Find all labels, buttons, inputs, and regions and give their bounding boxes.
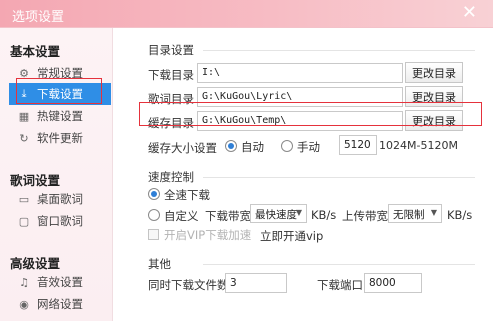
sidebar-item-update[interactable]: ↻ 软件更新 — [9, 127, 111, 149]
speed-section-title: 速度控制 — [148, 170, 194, 184]
custom-speed-radio[interactable] — [148, 209, 160, 221]
download-dir-label: 下载目录 — [148, 68, 194, 82]
concurrent-downloads-label: 同时下载文件数: — [148, 278, 233, 292]
upload-bandwidth-label: 上传带宽 — [342, 209, 388, 223]
divider — [203, 264, 475, 265]
chevron-down-icon: ▼ — [295, 208, 302, 217]
cache-size-range: 1024M-5120M — [379, 139, 458, 152]
full-speed-radio[interactable] — [148, 188, 160, 200]
sidebar-item-network[interactable]: ◉ 网络设置 — [9, 293, 111, 315]
gear-icon: ⚙ — [19, 66, 29, 80]
download-bandwidth-label: 下载带宽 — [205, 209, 251, 223]
sidebar-item-label: 热键设置 — [37, 109, 83, 123]
sidebar-item-label: 音效设置 — [37, 275, 83, 289]
download-icon: ⤓ — [21, 87, 27, 100]
sidebar-item-label: 软件更新 — [37, 131, 83, 145]
window-title: 选项设置 — [12, 10, 65, 25]
download-unit-label: KB/s — [311, 208, 337, 222]
sidebar-item-label: 网络设置 — [37, 297, 83, 311]
title-bar: 选项设置 ✕ — [0, 0, 493, 28]
download-port-label: 下载端口: — [317, 278, 367, 292]
divider — [203, 177, 475, 178]
sidebar-section-basic: 基本设置 — [10, 44, 61, 59]
lyric-dir-label: 歌词目录 — [148, 92, 194, 106]
sidebar-item-sound-effects[interactable]: ♫ 音效设置 — [9, 271, 111, 293]
sidebar-section-lyrics: 歌词设置 — [10, 173, 61, 188]
download-bandwidth-select[interactable]: 最快速度 ▼ — [250, 204, 307, 223]
concurrent-downloads-field[interactable]: 3 — [225, 273, 287, 293]
close-icon[interactable]: ✕ — [462, 2, 477, 23]
cache-dir-label: 缓存目录 — [148, 116, 194, 130]
full-speed-label: 全速下载 — [164, 188, 210, 202]
window-icon: ▢ — [18, 214, 30, 228]
sidebar-section-advanced: 高级设置 — [10, 256, 61, 271]
network-icon: ◉ — [19, 297, 29, 311]
sidebar-item-label: 常规设置 — [37, 66, 83, 80]
sidebar-item-label: 桌面歌词 — [37, 192, 83, 206]
download-dir-field[interactable]: I:\ — [197, 63, 403, 83]
cache-manual-radio[interactable] — [281, 140, 293, 152]
sidebar-item-download[interactable]: ⤓ 下载设置 — [9, 83, 111, 105]
sidebar-item-desktop-lyrics[interactable]: ▭ 桌面歌词 — [9, 188, 111, 210]
sidebar-item-label: 窗口歌词 — [37, 214, 83, 228]
upload-unit-label: KB/s — [447, 208, 473, 222]
sidebar-item-window-lyrics[interactable]: ▢ 窗口歌词 — [9, 210, 111, 232]
upload-bandwidth-select[interactable]: 无限制 ▼ — [388, 204, 442, 223]
cache-size-label: 缓存大小设置 — [148, 141, 217, 155]
keyboard-icon: ▦ — [18, 109, 30, 123]
upload-bandwidth-value: 无限制 — [393, 209, 425, 221]
cache-auto-radio[interactable] — [225, 140, 237, 152]
divider — [203, 50, 475, 51]
change-download-dir-button[interactable]: 更改目录 — [405, 62, 463, 83]
directory-section-title: 目录设置 — [148, 43, 194, 57]
sidebar-item-hotkey[interactable]: ▦ 热键设置 — [9, 105, 111, 127]
sidebar: 基本设置 ⚙ 常规设置 ⤓ 下载设置 ▦ 热键设置 ↻ 软件更新 歌词设置 ▭ … — [0, 28, 113, 321]
desktop-icon: ▭ — [18, 192, 30, 206]
cache-dir-field[interactable]: G:\KuGou\Temp\ — [197, 111, 403, 131]
lyric-dir-field[interactable]: G:\KuGou\Lyric\ — [197, 87, 403, 107]
cache-auto-label: 自动 — [241, 140, 264, 154]
refresh-icon: ↻ — [19, 131, 29, 145]
chevron-down-icon: ▼ — [430, 208, 437, 217]
download-bandwidth-value: 最快速度 — [255, 209, 297, 221]
change-lyric-dir-button[interactable]: 更改目录 — [405, 86, 463, 107]
custom-speed-label: 自定义 — [164, 209, 199, 223]
other-section-title: 其他 — [148, 257, 171, 271]
sidebar-item-general[interactable]: ⚙ 常规设置 — [9, 62, 111, 84]
main-panel: 目录设置 下载目录 I:\ 更改目录 歌词目录 G:\KuGou\Lyric\ … — [113, 28, 493, 321]
vip-accel-checkbox[interactable] — [148, 229, 159, 240]
download-port-field[interactable]: 8000 — [364, 273, 422, 293]
equalizer-icon: ♫ — [19, 275, 29, 289]
cache-manual-label: 手动 — [297, 140, 320, 154]
vip-accel-label: 开启VIP下载加速 — [164, 228, 252, 242]
vip-open-link[interactable]: 立即开通vip — [260, 228, 323, 244]
sidebar-item-label: 下载设置 — [37, 87, 83, 101]
cache-size-field[interactable]: 5120 — [339, 135, 377, 155]
change-cache-dir-button[interactable]: 更改目录 — [405, 110, 463, 131]
